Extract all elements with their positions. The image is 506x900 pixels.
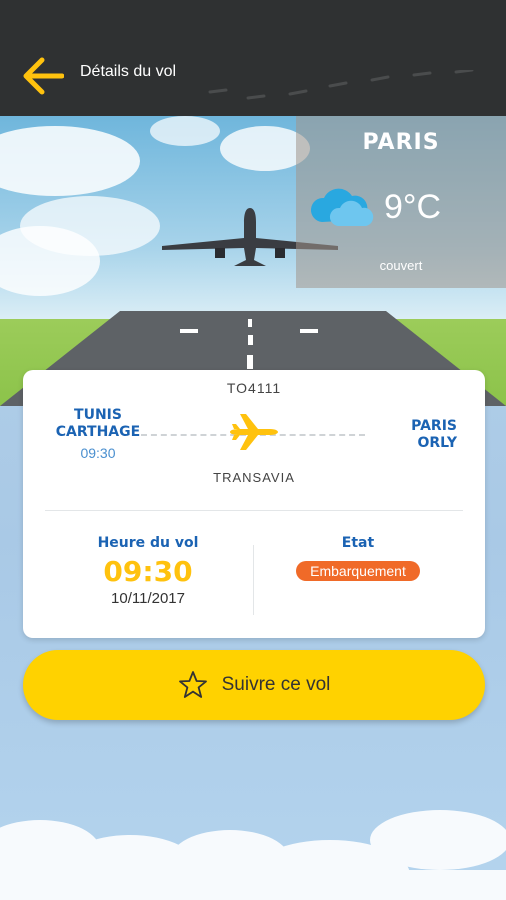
star-icon [178,671,207,698]
arrival-city: PARIS ORLY [411,418,457,451]
follow-flight-button[interactable]: Suivre ce vol [23,650,485,720]
back-button[interactable] [18,54,66,98]
airline-name: TRANSAVIA [213,470,295,485]
weather-city: PARIS [362,130,440,155]
weather-description: couvert [379,258,423,273]
weather-panel: PARIS 9°C couvert [296,116,506,288]
departure-city: TUNIS CARTHAGE [55,407,141,440]
flight-number: TO4111 [226,380,282,396]
card-divider [45,510,463,511]
status-badge: Embarquement [296,561,420,581]
app-header: Détails du vol [0,0,506,116]
runway-dashes-decor [208,70,474,100]
airplane-icon [230,414,278,450]
page-title: Détails du vol [80,63,177,80]
flight-time: 09:30 [103,555,193,588]
weather-temperature: 9°C [384,188,442,226]
flight-card: TO4111 TUNIS CARTHAGE 09:30 PARIS ORLY T… [23,370,485,638]
cloud-rain-icon [310,188,374,226]
flight-status-section: Etat Embarquement [248,535,468,581]
status-label: Etat [341,535,375,551]
flight-time-label: Heure du vol [97,535,199,551]
clouds-decor [0,810,506,900]
departure-time: 09:30 [80,445,116,461]
flight-time-section: Heure du vol 09:30 10/11/2017 [38,535,258,607]
arrow-left-icon [23,57,64,95]
flight-date: 10/11/2017 [111,590,185,607]
follow-flight-label: Suivre ce vol [221,674,331,695]
